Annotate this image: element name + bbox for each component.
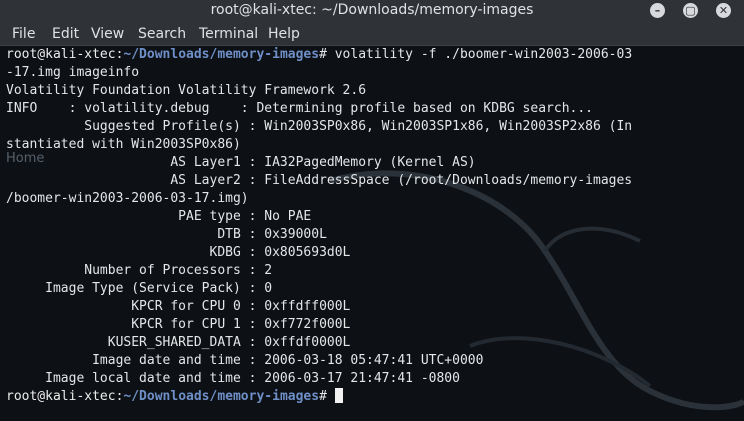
output-line: AS Layer2 : FileAddressSpace (/root/Down…: [6, 173, 633, 188]
output-line: Number of Processors : 2: [6, 263, 273, 278]
title-bar: root@kali-xtec: ~/Downloads/memory-image…: [0, 0, 744, 22]
output-line: /boomer-win2003-2006-03-17.img): [6, 191, 249, 206]
prompt-path: ~/Downloads/memory-images: [123, 47, 320, 62]
output-line: KPCR for CPU 0 : 0xffdff000L: [6, 299, 351, 314]
maximize-button[interactable]: ▢: [683, 3, 698, 18]
command-text: volatility -f ./boomer-win2003-2006-03: [326, 47, 633, 62]
window-title: root@kali-xtec: ~/Downloads/memory-image…: [210, 2, 534, 18]
menu-help[interactable]: Help: [268, 26, 300, 42]
output-line: Image Type (Service Pack) : 0: [6, 281, 273, 296]
close-button[interactable]: ✕: [716, 3, 731, 18]
menu-terminal[interactable]: Terminal: [199, 26, 258, 42]
prompt-user: root@kali-xtec: [6, 389, 116, 404]
terminal-output: root@kali-xtec:~/Downloads/memory-images…: [6, 47, 633, 404]
menu-edit[interactable]: Edit: [52, 26, 79, 42]
output-line: stantiated with Win2003SP0x86): [6, 137, 241, 152]
terminal-area[interactable]: Home root@kali-xtec:~/Downloads/memory-i…: [0, 46, 744, 421]
menu-bar: File Edit View Search Terminal Help: [0, 22, 744, 46]
output-line: PAE type : No PAE: [6, 209, 312, 224]
text-cursor[interactable]: [334, 388, 343, 403]
output-line: Volatility Foundation Volatility Framewo…: [6, 83, 367, 98]
output-line: AS Layer1 : IA32PagedMemory (Kernel AS): [6, 155, 476, 170]
output-line: KPCR for CPU 1 : 0xf772f000L: [6, 317, 351, 332]
output-line: KUSER_SHARED_DATA : 0xffdf0000L: [6, 335, 351, 350]
menu-file[interactable]: File: [12, 26, 35, 42]
prompt-path: ~/Downloads/memory-images: [123, 389, 320, 404]
menu-search[interactable]: Search: [138, 26, 186, 42]
output-line: Suggested Profile(s) : Win2003SP0x86, Wi…: [6, 119, 633, 134]
command-continuation: -17.img imageinfo: [6, 65, 140, 80]
prompt-user: root@kali-xtec: [6, 47, 116, 62]
minimize-button[interactable]: –: [650, 3, 665, 18]
menu-view[interactable]: View: [91, 26, 124, 42]
output-line: DTB : 0x39000L: [6, 227, 327, 242]
output-line: INFO : volatility.debug : Determining pr…: [6, 101, 593, 116]
output-line: Image date and time : 2006-03-18 05:47:4…: [6, 353, 484, 368]
prompt-symbol: #: [319, 47, 327, 62]
output-line: Image local date and time : 2006-03-17 2…: [6, 371, 460, 386]
output-line: KDBG : 0x805693d0L: [6, 245, 351, 260]
prompt-symbol: #: [319, 389, 327, 404]
